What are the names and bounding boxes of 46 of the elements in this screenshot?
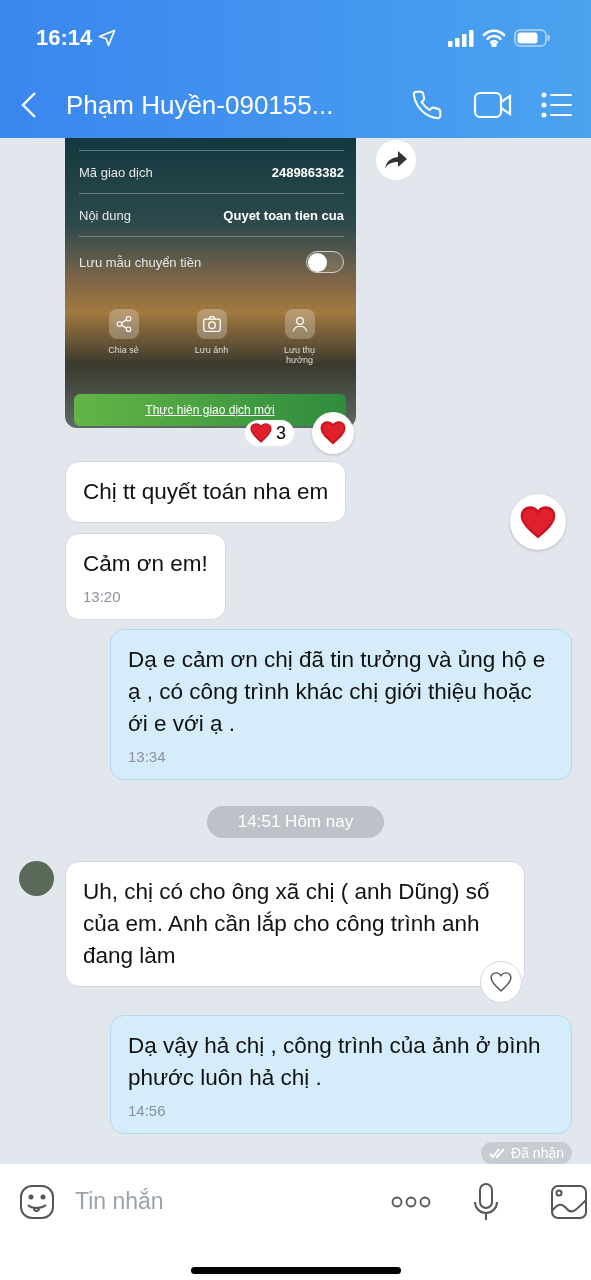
person-icon — [290, 315, 309, 333]
share-icon — [114, 315, 133, 333]
clock: 16:14 — [36, 25, 93, 51]
back-button[interactable] — [20, 91, 38, 119]
field-label: Nội dung — [79, 207, 132, 223]
toggle-label: Lưu mẫu chuyển tiền — [79, 254, 202, 270]
chat-title: Phạm Huyền-090155... — [66, 89, 335, 121]
status-text: Đã nhận — [511, 1145, 564, 1161]
menu-button[interactable] — [541, 92, 573, 118]
heart-icon — [320, 421, 346, 445]
sticker-button[interactable] — [19, 1183, 55, 1220]
heart-icon — [490, 972, 512, 992]
forward-icon — [385, 151, 407, 169]
wifi-icon — [482, 29, 506, 47]
heart-icon — [250, 423, 272, 443]
video-call-button[interactable] — [473, 90, 513, 120]
message-text: Dạ e cảm ơn chị đã tin tưởng và ủng hộ e ạ , có công trình khác chị giới thiệu hoặc ới e với ạ . — [128, 646, 547, 738]
action-button[interactable]: Lưu thụ hưởng — [269, 309, 330, 365]
location-icon — [98, 29, 117, 47]
camera-icon — [201, 315, 222, 333]
message-time: 13:20 — [83, 588, 122, 605]
field-value: Quyet toan tien cua — [223, 207, 344, 223]
call-button[interactable] — [411, 89, 443, 121]
date-separator: 14:51 Hôm nay — [206, 806, 385, 838]
more-button[interactable] — [391, 1195, 431, 1208]
message-text: Chị tt quyết toán nha em — [83, 478, 329, 506]
microphone-button[interactable] — [473, 1182, 499, 1221]
toggle-switch[interactable] — [306, 251, 344, 273]
field-value: 2489863382 — [271, 164, 344, 180]
message-text: Uh, chị có cho ông xã chị ( anh Dũng) số của em. Anh cần lắp cho công trình anh đang làm — [83, 878, 491, 970]
reaction-count[interactable]: 3 — [245, 420, 294, 446]
field-label: Mã giao dịch — [79, 164, 153, 180]
double-check-icon — [489, 1147, 508, 1159]
action-button[interactable]: Lưu ảnh — [181, 309, 242, 365]
message-time: 14:56 — [128, 1102, 167, 1119]
battery-icon — [514, 29, 551, 47]
heart-icon — [520, 505, 556, 539]
avatar[interactable] — [19, 861, 54, 896]
action-button[interactable]: Chia sẻ — [93, 309, 154, 365]
like-button[interactable] — [312, 412, 354, 454]
message-text: Cảm ơn em! — [83, 550, 208, 578]
message-text: Dạ vậy hả chị , công trình của ảnh ở bình phước luôn hả chị . — [128, 1032, 542, 1092]
image-button[interactable] — [551, 1184, 587, 1219]
message-time: 13:34 — [128, 748, 167, 765]
signal-icon — [448, 29, 474, 47]
forward-button[interactable] — [376, 140, 416, 180]
